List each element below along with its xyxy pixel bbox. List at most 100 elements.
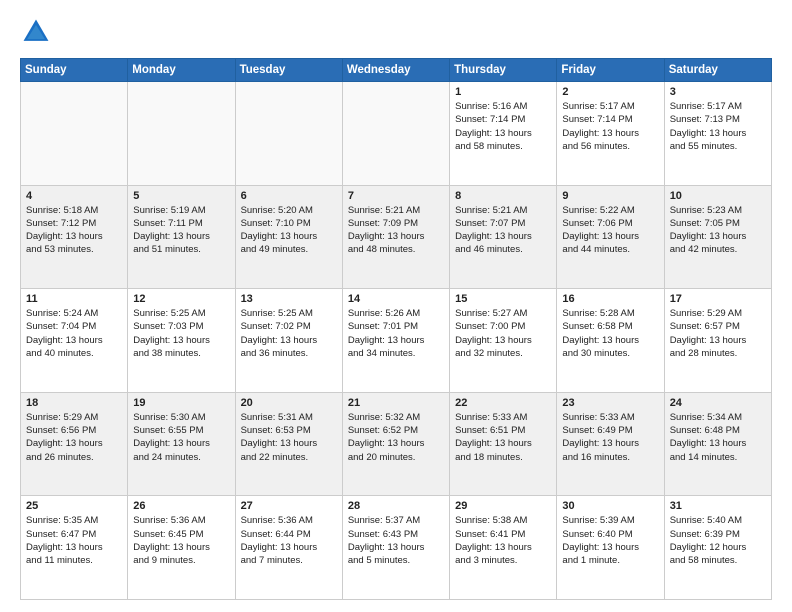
calendar-header: SundayMondayTuesdayWednesdayThursdayFrid…	[21, 59, 772, 82]
day-cell: 6Sunrise: 5:20 AMSunset: 7:10 PMDaylight…	[235, 185, 342, 289]
day-info-line: Sunrise: 5:16 AM	[455, 100, 551, 113]
day-info-line: Sunset: 6:51 PM	[455, 424, 551, 437]
day-number: 21	[348, 397, 444, 409]
day-info-line: Sunset: 6:41 PM	[455, 528, 551, 541]
day-cell: 29Sunrise: 5:38 AMSunset: 6:41 PMDayligh…	[450, 496, 557, 600]
week-row-2: 11Sunrise: 5:24 AMSunset: 7:04 PMDayligh…	[21, 289, 772, 393]
day-info-line: Sunset: 7:13 PM	[670, 113, 766, 126]
day-info-line: Sunrise: 5:32 AM	[348, 411, 444, 424]
day-cell: 28Sunrise: 5:37 AMSunset: 6:43 PMDayligh…	[342, 496, 449, 600]
day-info-line: Sunset: 7:09 PM	[348, 217, 444, 230]
day-info-line: Daylight: 13 hours	[133, 334, 229, 347]
day-info-line: and 56 minutes.	[562, 140, 658, 153]
day-info-line: Sunrise: 5:29 AM	[26, 411, 122, 424]
day-info-line: Sunrise: 5:25 AM	[241, 307, 337, 320]
day-cell: 1Sunrise: 5:16 AMSunset: 7:14 PMDaylight…	[450, 82, 557, 186]
day-info-line: and 9 minutes.	[133, 554, 229, 567]
day-info-line: Daylight: 13 hours	[455, 127, 551, 140]
header	[20, 16, 772, 48]
day-info-line: Sunrise: 5:24 AM	[26, 307, 122, 320]
day-number: 20	[241, 397, 337, 409]
day-number: 22	[455, 397, 551, 409]
day-cell	[235, 82, 342, 186]
day-cell: 4Sunrise: 5:18 AMSunset: 7:12 PMDaylight…	[21, 185, 128, 289]
logo	[20, 16, 56, 48]
day-info-line: and 36 minutes.	[241, 347, 337, 360]
day-info-line: Sunset: 7:04 PM	[26, 320, 122, 333]
day-info-line: Daylight: 13 hours	[241, 334, 337, 347]
day-info-line: Daylight: 13 hours	[241, 437, 337, 450]
day-info-line: Daylight: 13 hours	[348, 541, 444, 554]
day-number: 17	[670, 293, 766, 305]
day-info-line: and 53 minutes.	[26, 243, 122, 256]
day-info-line: Sunrise: 5:19 AM	[133, 204, 229, 217]
day-info-line: Daylight: 13 hours	[455, 334, 551, 347]
day-info-line: and 20 minutes.	[348, 451, 444, 464]
day-info-line: Daylight: 13 hours	[26, 230, 122, 243]
day-number: 18	[26, 397, 122, 409]
calendar: SundayMondayTuesdayWednesdayThursdayFrid…	[20, 58, 772, 600]
day-info-line: and 58 minutes.	[455, 140, 551, 153]
day-info-line: Sunset: 7:02 PM	[241, 320, 337, 333]
day-number: 9	[562, 190, 658, 202]
day-number: 29	[455, 500, 551, 512]
day-cell: 24Sunrise: 5:34 AMSunset: 6:48 PMDayligh…	[664, 392, 771, 496]
day-info-line: Sunrise: 5:37 AM	[348, 514, 444, 527]
day-info-line: Sunrise: 5:30 AM	[133, 411, 229, 424]
day-cell: 25Sunrise: 5:35 AMSunset: 6:47 PMDayligh…	[21, 496, 128, 600]
day-info-line: and 51 minutes.	[133, 243, 229, 256]
day-info-line: and 32 minutes.	[455, 347, 551, 360]
day-number: 26	[133, 500, 229, 512]
day-cell: 26Sunrise: 5:36 AMSunset: 6:45 PMDayligh…	[128, 496, 235, 600]
day-info-line: Sunrise: 5:17 AM	[670, 100, 766, 113]
day-info-line: Daylight: 13 hours	[670, 334, 766, 347]
day-number: 16	[562, 293, 658, 305]
day-cell: 7Sunrise: 5:21 AMSunset: 7:09 PMDaylight…	[342, 185, 449, 289]
day-info-line: Sunset: 6:44 PM	[241, 528, 337, 541]
day-info-line: Daylight: 13 hours	[562, 230, 658, 243]
day-number: 27	[241, 500, 337, 512]
day-header-wednesday: Wednesday	[342, 59, 449, 82]
day-number: 28	[348, 500, 444, 512]
day-info-line: Sunrise: 5:33 AM	[455, 411, 551, 424]
day-info-line: Sunrise: 5:39 AM	[562, 514, 658, 527]
day-cell: 16Sunrise: 5:28 AMSunset: 6:58 PMDayligh…	[557, 289, 664, 393]
day-info-line: Daylight: 13 hours	[455, 230, 551, 243]
week-row-1: 4Sunrise: 5:18 AMSunset: 7:12 PMDaylight…	[21, 185, 772, 289]
day-info-line: and 40 minutes.	[26, 347, 122, 360]
day-cell: 14Sunrise: 5:26 AMSunset: 7:01 PMDayligh…	[342, 289, 449, 393]
day-number: 3	[670, 86, 766, 98]
day-info-line: Daylight: 13 hours	[455, 541, 551, 554]
day-cell: 11Sunrise: 5:24 AMSunset: 7:04 PMDayligh…	[21, 289, 128, 393]
day-cell: 18Sunrise: 5:29 AMSunset: 6:56 PMDayligh…	[21, 392, 128, 496]
day-info-line: Sunrise: 5:34 AM	[670, 411, 766, 424]
day-info-line: and 44 minutes.	[562, 243, 658, 256]
day-info-line: and 24 minutes.	[133, 451, 229, 464]
day-info-line: and 1 minute.	[562, 554, 658, 567]
day-info-line: and 38 minutes.	[133, 347, 229, 360]
day-number: 15	[455, 293, 551, 305]
logo-icon	[20, 16, 52, 48]
day-info-line: and 3 minutes.	[455, 554, 551, 567]
day-info-line: Daylight: 13 hours	[348, 334, 444, 347]
day-cell: 19Sunrise: 5:30 AMSunset: 6:55 PMDayligh…	[128, 392, 235, 496]
day-number: 8	[455, 190, 551, 202]
day-info-line: and 34 minutes.	[348, 347, 444, 360]
day-number: 24	[670, 397, 766, 409]
day-info-line: Sunrise: 5:33 AM	[562, 411, 658, 424]
day-cell: 27Sunrise: 5:36 AMSunset: 6:44 PMDayligh…	[235, 496, 342, 600]
day-info-line: Sunset: 6:56 PM	[26, 424, 122, 437]
day-info-line: Sunrise: 5:17 AM	[562, 100, 658, 113]
day-info-line: Sunrise: 5:29 AM	[670, 307, 766, 320]
day-number: 10	[670, 190, 766, 202]
day-info-line: Daylight: 13 hours	[562, 437, 658, 450]
day-cell: 23Sunrise: 5:33 AMSunset: 6:49 PMDayligh…	[557, 392, 664, 496]
day-info-line: and 58 minutes.	[670, 554, 766, 567]
week-row-4: 25Sunrise: 5:35 AMSunset: 6:47 PMDayligh…	[21, 496, 772, 600]
day-info-line: Sunset: 6:45 PM	[133, 528, 229, 541]
day-header-saturday: Saturday	[664, 59, 771, 82]
day-info-line: and 26 minutes.	[26, 451, 122, 464]
day-number: 14	[348, 293, 444, 305]
day-header-friday: Friday	[557, 59, 664, 82]
day-info-line: Sunset: 6:49 PM	[562, 424, 658, 437]
